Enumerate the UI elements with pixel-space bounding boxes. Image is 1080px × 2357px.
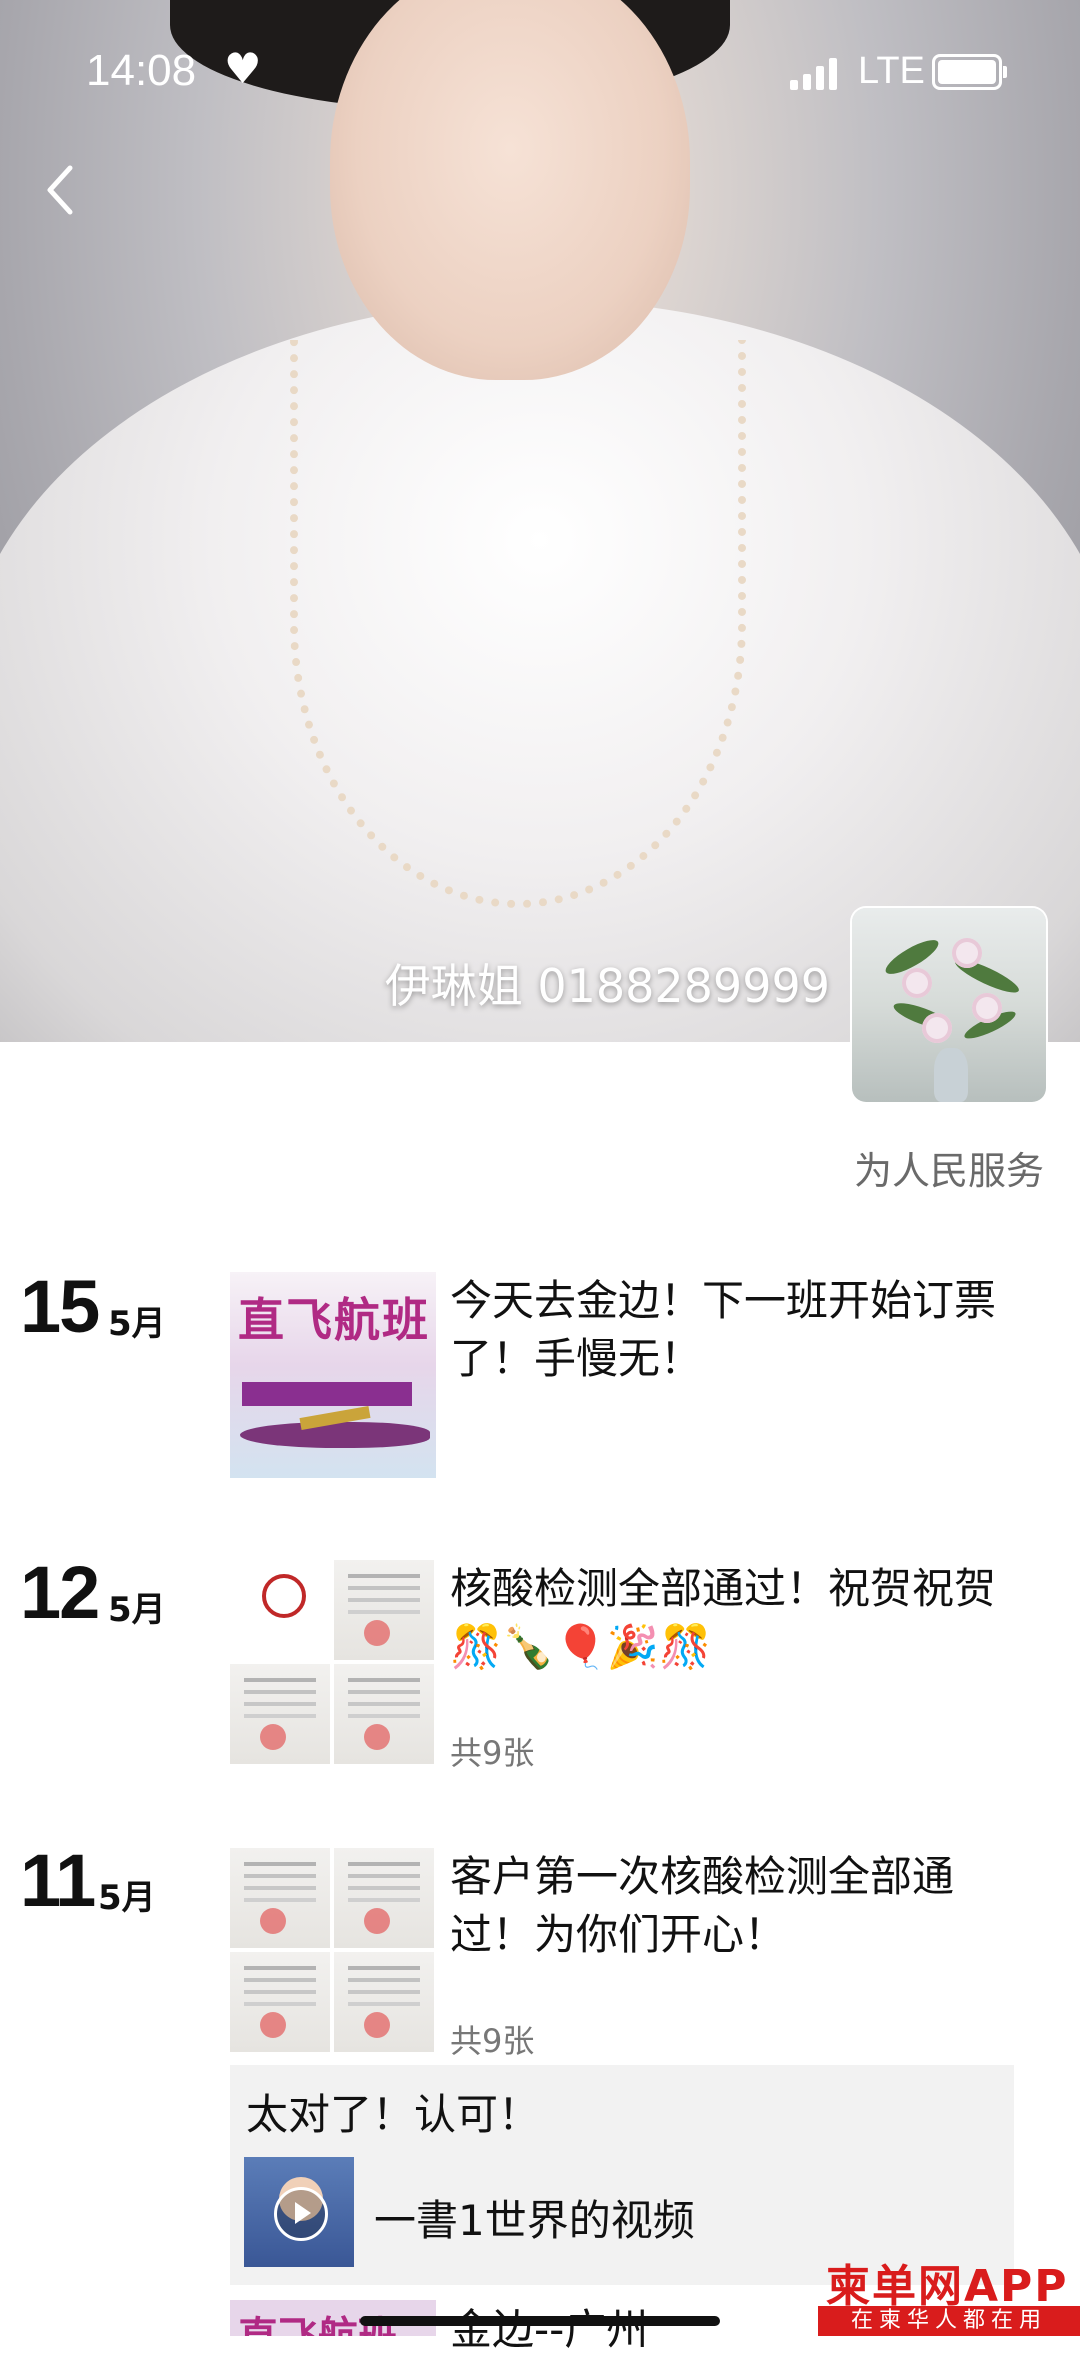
post-month: 5月 [98,1878,156,1918]
post-text[interactable]: 客户第一次核酸检测全部通过！为你们开心！ [450,1848,1010,1964]
post-text[interactable]: 核酸检测全部通过！祝贺祝贺🎊🍾🎈🎉🎊 [450,1560,1010,1676]
watermark-sub: 在柬华人都在用 [818,2306,1080,2336]
chevron-left-icon [47,165,73,215]
status-time: 14:08 [86,46,197,95]
cover-photo[interactable] [0,0,1080,1042]
watermark-logo: 柬单网APP 在柬华人都在用 [818,2250,1080,2336]
ad-title: 直飞航班 [238,1293,430,1347]
post-text[interactable]: 金边--广州 [450,2296,648,2357]
post-image[interactable] [334,1560,434,1660]
network-label: LTE [858,50,925,92]
post-image[interactable] [230,1952,330,2052]
post-image[interactable] [334,1848,434,1948]
cover-necklace [290,340,746,908]
post-image[interactable] [334,1664,434,1764]
comment-text: 太对了！认可！ [246,2090,541,2139]
image-count: 共9张 [450,1734,535,1772]
post-day: 12 [20,1551,100,1634]
post-image[interactable]: 直飞航班 [230,1272,436,1478]
battery-icon [932,54,1007,90]
post-image[interactable] [334,1952,434,2052]
post-day: 15 [20,1265,100,1348]
post-month: 5月 [108,1304,166,1344]
signal-icon [790,58,842,90]
video-thumbnail [244,2157,354,2267]
post-month: 5月 [108,1590,166,1630]
post-image[interactable] [230,1848,330,1948]
post-image[interactable] [230,1664,330,1764]
image-count: 共9张 [450,2022,535,2060]
profile-nickname[interactable]: 伊琳姐 0188289999 [385,950,830,1016]
heart-icon: ♥ [224,44,262,93]
back-button[interactable] [40,160,80,220]
shared-video-title: 一書1世界的视频 [374,2196,695,2245]
post-text[interactable]: 今天去金边！下一班开始订票了！手慢无！ [450,1272,1010,1388]
status-bar: 14:08 ♥ LTE [0,0,1080,140]
post-image[interactable] [230,1560,330,1660]
avatar[interactable] [852,908,1046,1102]
watermark-main: 柬单网APP [826,2261,1069,2312]
home-indicator[interactable] [360,2316,720,2326]
profile-signature: 为人民服务 [853,1149,1044,1193]
post-day: 11 [20,1839,96,1922]
play-icon [274,2187,328,2241]
